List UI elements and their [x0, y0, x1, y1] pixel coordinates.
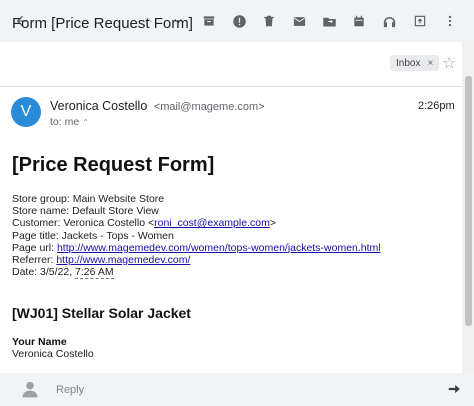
detail-store-group: Store group: Main Website Store [12, 193, 165, 205]
detail-customer-label: Customer: Veronica Costello < [12, 217, 155, 230]
star-icon[interactable]: ☆ [442, 53, 456, 73]
your-name-value: Veronica Costello [12, 348, 94, 360]
audio-icon[interactable] [377, 9, 401, 33]
your-name-label: Your Name [12, 336, 67, 348]
page-url-link[interactable]: http://www.magemedev.com/women/tops-wome… [57, 242, 381, 254]
detail-page-url: Page url: http://www.magemedev.com/women… [12, 242, 381, 254]
reply-button[interactable]: Reply [56, 384, 84, 396]
open-external-icon[interactable] [408, 9, 432, 33]
delete-icon[interactable] [257, 9, 281, 33]
header-divider [0, 86, 462, 87]
detail-customer-suffix: > [269, 217, 276, 230]
detail-date-label: Date: [12, 266, 41, 279]
mark-unread-icon[interactable] [287, 9, 311, 33]
inbox-label-chip[interactable]: Inbox × [390, 55, 440, 71]
inbox-label-text: Inbox [396, 57, 421, 69]
remove-label-icon[interactable]: × [427, 58, 433, 69]
sender-line: Veronica Costello <mail@mageme.com> [50, 99, 265, 113]
user-avatar-icon [20, 379, 40, 399]
archive-icon[interactable] [197, 9, 221, 33]
detail-date-value: 3/5/22, [40, 266, 76, 279]
recipient-text: to: me [50, 116, 80, 128]
detail-date-time: 7:26 AM [75, 266, 114, 280]
scrollbar-thumb[interactable] [465, 76, 472, 326]
snooze-icon[interactable] [347, 9, 371, 33]
detail-customer: Customer: Veronica Costello <roni_cost@e… [12, 217, 381, 229]
form-details: Store group: Main Website Store Store na… [12, 193, 381, 280]
message-time: 2:26pm [418, 100, 455, 112]
form-title: [Price Request Form] [12, 154, 215, 176]
email-subject: Form [Price Request Form] [12, 15, 193, 32]
product-heading: [WJ01] Stellar Solar Jacket [12, 305, 191, 321]
sender-email: <mail@mageme.com> [153, 101, 265, 113]
move-to-icon[interactable] [317, 9, 341, 33]
detail-page-url-label: Page url: [12, 241, 57, 254]
referrer-link[interactable]: http://www.magemedev.com/ [56, 254, 190, 266]
customer-email-link[interactable]: roni_cost@example.com [154, 217, 270, 229]
detail-date: Date: 3/5/22, 7:26 AM [12, 266, 381, 280]
detail-referrer: Referrer: http://www.magemedev.com/ [12, 254, 381, 266]
detail-referrer-label: Referrer: [12, 254, 57, 267]
report-spam-icon[interactable] [227, 9, 251, 33]
detail-store-name: Store name: Default Store View [12, 205, 159, 218]
sender-avatar: V [11, 97, 41, 127]
more-icon[interactable] [438, 9, 462, 33]
sender-name: Veronica Costello [50, 99, 148, 113]
recipient-line[interactable]: to: me ⌃ [50, 116, 89, 128]
detail-page-title: Page title: Jackets - Tops - Women [12, 229, 174, 242]
forward-icon[interactable] [447, 382, 461, 396]
recipient-details-chevron-icon[interactable]: ⌃ [82, 118, 89, 127]
